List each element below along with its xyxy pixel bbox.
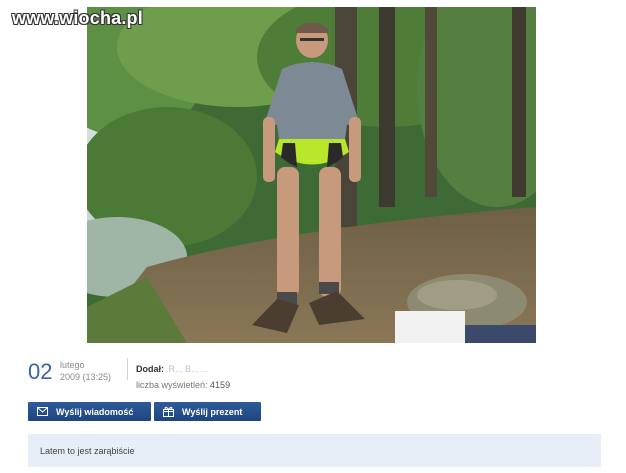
photo-image xyxy=(87,7,536,343)
added-user-link[interactable]: R... B... ... xyxy=(168,364,208,374)
divider xyxy=(127,358,128,380)
post-day: 02 xyxy=(28,359,53,384)
views-count: 4159 xyxy=(210,380,231,390)
send-gift-label: Wyślij prezent xyxy=(182,406,243,417)
added-by: Dodał: R... B... ... xyxy=(136,359,336,377)
send-message-button[interactable]: Wyślij wiadomość xyxy=(28,402,151,421)
post-description: Latem to jest zarąbiście xyxy=(28,434,601,467)
added-label: Dodał: xyxy=(136,364,164,374)
post-meta: Dodał: R... B... ... liczba wyświetleń: … xyxy=(136,359,336,390)
post-photo[interactable] xyxy=(87,7,536,343)
send-gift-button[interactable]: Wyślij prezent xyxy=(154,402,261,421)
send-message-label: Wyślij wiadomość xyxy=(56,406,134,417)
envelope-icon xyxy=(37,406,48,417)
description-text: Latem to jest zarąbiście xyxy=(40,446,135,456)
views-label: liczba wyświetleń: xyxy=(136,380,208,390)
watermark: www.wiocha.pl xyxy=(12,8,143,28)
gift-icon xyxy=(163,406,174,417)
views: liczba wyświetleń: 4159 xyxy=(136,380,336,390)
